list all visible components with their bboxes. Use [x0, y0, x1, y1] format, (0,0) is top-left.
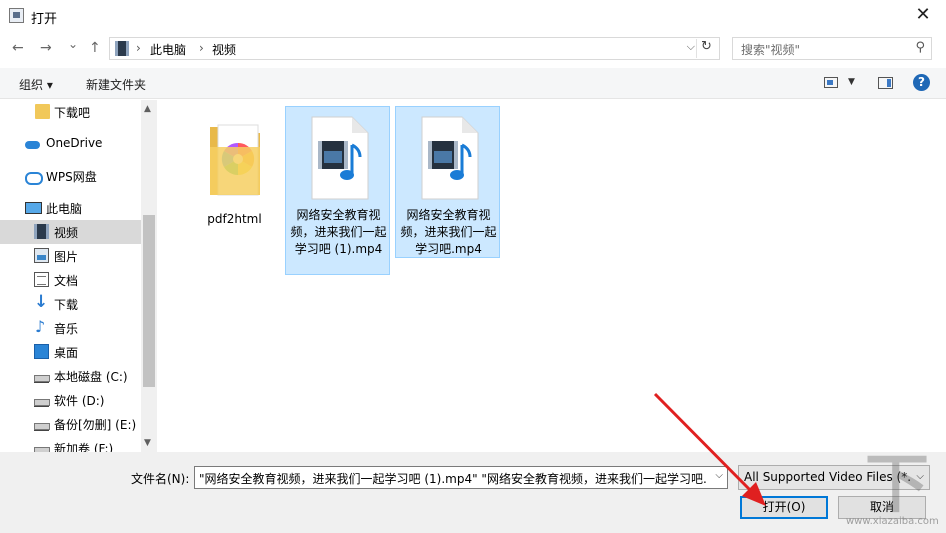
- file-name: 网络安全教育视频，进来我们一起学习吧 (1).mp4: [290, 208, 387, 256]
- scroll-up-icon[interactable]: ▲: [144, 104, 151, 114]
- refresh-icon[interactable]: ↻: [696, 39, 716, 58]
- drive-icon: [34, 440, 50, 452]
- view-dropdown-icon[interactable]: ▼: [848, 77, 855, 87]
- file-item-video-2[interactable]: 网络安全教育视频，进来我们一起学习吧.mp4: [395, 106, 500, 258]
- up-arrow-icon[interactable]: ↑: [89, 40, 101, 56]
- preview-pane-icon[interactable]: [878, 77, 893, 89]
- sidebar-item-label: WPS网盘: [46, 170, 97, 184]
- drive-icon: [34, 368, 50, 383]
- breadcrumb-videos[interactable]: 视频: [212, 41, 236, 58]
- sidebar-item-label: 此电脑: [46, 202, 83, 216]
- sidebar-item-label: 桌面: [54, 346, 79, 360]
- download-arrow-icon: [34, 292, 49, 312]
- sidebar-item-drive-c[interactable]: 本地磁盘 (C:): [0, 364, 141, 388]
- wps-cloud-icon: [25, 168, 43, 185]
- forward-arrow-icon[interactable]: →: [40, 40, 52, 56]
- sidebar-item-xiazaiba[interactable]: 下载吧: [0, 100, 141, 124]
- sidebar-item-label: 软件 (D:): [54, 394, 105, 408]
- filename-dropdown-icon[interactable]: ⌵: [715, 470, 723, 481]
- back-arrow-icon[interactable]: ←: [12, 40, 24, 56]
- organize-button[interactable]: 组织 ▾: [19, 76, 53, 93]
- computer-icon: [25, 200, 42, 215]
- sidebar-item-drive-f[interactable]: 新加卷 (F:): [0, 436, 141, 452]
- sidebar-item-label: 新加卷 (F:): [54, 442, 114, 452]
- video-file-icon: [311, 116, 369, 200]
- sidebar-item-label: 下载吧: [54, 106, 91, 120]
- music-note-icon: [34, 317, 49, 336]
- breadcrumb-separator-icon: ›: [136, 41, 141, 55]
- app-icon: [9, 8, 24, 23]
- sidebar-item-label: 音乐: [54, 322, 79, 336]
- file-name: pdf2html: [207, 212, 262, 226]
- close-button[interactable]: ✕: [900, 0, 946, 32]
- sidebar-item-label: 下载: [54, 298, 79, 312]
- folder-icon: [35, 104, 50, 119]
- sidebar-item-label: 本地磁盘 (C:): [54, 370, 128, 384]
- search-icon[interactable]: ⚲: [915, 40, 925, 55]
- video-folder-icon: [34, 224, 49, 239]
- video-folder-icon: [115, 41, 129, 56]
- recent-locations-dropdown-icon[interactable]: ⌄: [68, 37, 78, 51]
- search-placeholder: 搜索"视频": [741, 43, 801, 57]
- search-box[interactable]: 搜索"视频" ⚲: [732, 37, 932, 60]
- onedrive-cloud-icon: [25, 136, 40, 151]
- sidebar-scrollbar-thumb[interactable]: [143, 215, 155, 387]
- drive-icon: [34, 416, 50, 431]
- open-button[interactable]: 打开(O): [740, 496, 828, 519]
- sidebar-item-drive-e[interactable]: 备份[勿删] (E:): [0, 412, 141, 436]
- breadcrumb-separator-icon: ›: [199, 41, 204, 55]
- drive-icon: [34, 392, 50, 407]
- documents-icon: [34, 272, 49, 287]
- address-dropdown-icon[interactable]: ⌵: [687, 40, 695, 54]
- sidebar-item-label: 备份[勿删] (E:): [54, 418, 137, 432]
- navigation-pane: 下载吧 OneDrive WPS网盘 此电脑 视频 图片 文档 下载 音乐 桌面…: [0, 100, 157, 452]
- command-toolbar: 组织 ▾ 新建文件夹 ▼ ?: [0, 68, 946, 99]
- address-bar[interactable]: › 此电脑 › 视频 ⌵ ↻: [109, 37, 720, 60]
- file-item-folder[interactable]: pdf2html: [182, 107, 287, 226]
- desktop-icon: [34, 344, 49, 359]
- filename-value: "网络安全教育视频，进来我们一起学习吧 (1).mp4" "网络安全教育视频，进…: [199, 472, 707, 486]
- file-name: 网络安全教育视频，进来我们一起学习吧.mp4: [400, 208, 497, 256]
- filename-input[interactable]: "网络安全教育视频，进来我们一起学习吧 (1).mp4" "网络安全教育视频，进…: [194, 466, 728, 489]
- sidebar-item-pictures[interactable]: 图片: [0, 244, 141, 268]
- sidebar-item-documents[interactable]: 文档: [0, 268, 141, 292]
- sidebar-item-downloads[interactable]: 下载: [0, 292, 141, 316]
- breadcrumb-this-pc[interactable]: 此电脑: [150, 41, 186, 58]
- sidebar-item-desktop[interactable]: 桌面: [0, 340, 141, 364]
- view-mode-icon[interactable]: [824, 77, 838, 88]
- pictures-icon: [34, 248, 49, 263]
- sidebar-item-onedrive[interactable]: OneDrive: [0, 132, 141, 156]
- sidebar-item-label: 图片: [54, 250, 79, 264]
- watermark-url: www.xiazaiba.com: [846, 516, 939, 527]
- title-bar: 打开 ✕: [0, 0, 946, 32]
- sidebar-item-drive-d[interactable]: 软件 (D:): [0, 388, 141, 412]
- filename-label: 文件名(N):: [131, 472, 190, 486]
- file-list: pdf2html 网络安全教育视频，进来我们一起学习吧 (1).mp4 网络安全…: [157, 100, 946, 452]
- folder-icon: [210, 124, 260, 196]
- help-icon[interactable]: ?: [913, 74, 930, 91]
- file-dialog-footer: 文件名(N): "网络安全教育视频，进来我们一起学习吧 (1).mp4" "网络…: [0, 452, 946, 533]
- sidebar-item-label: 文档: [54, 274, 79, 288]
- sidebar-item-wps[interactable]: WPS网盘: [0, 164, 141, 188]
- window-title: 打开: [31, 12, 58, 27]
- file-item-video-1[interactable]: 网络安全教育视频，进来我们一起学习吧 (1).mp4: [285, 106, 390, 275]
- new-folder-button[interactable]: 新建文件夹: [86, 76, 146, 93]
- sidebar-item-this-pc[interactable]: 此电脑: [0, 196, 141, 220]
- sidebar-item-label: OneDrive: [46, 136, 103, 150]
- scroll-down-icon[interactable]: ▼: [144, 438, 151, 448]
- sidebar-item-music[interactable]: 音乐: [0, 316, 141, 340]
- video-file-icon: [421, 116, 479, 200]
- sidebar-item-label: 视频: [54, 226, 79, 240]
- sidebar-item-videos[interactable]: 视频: [0, 220, 141, 244]
